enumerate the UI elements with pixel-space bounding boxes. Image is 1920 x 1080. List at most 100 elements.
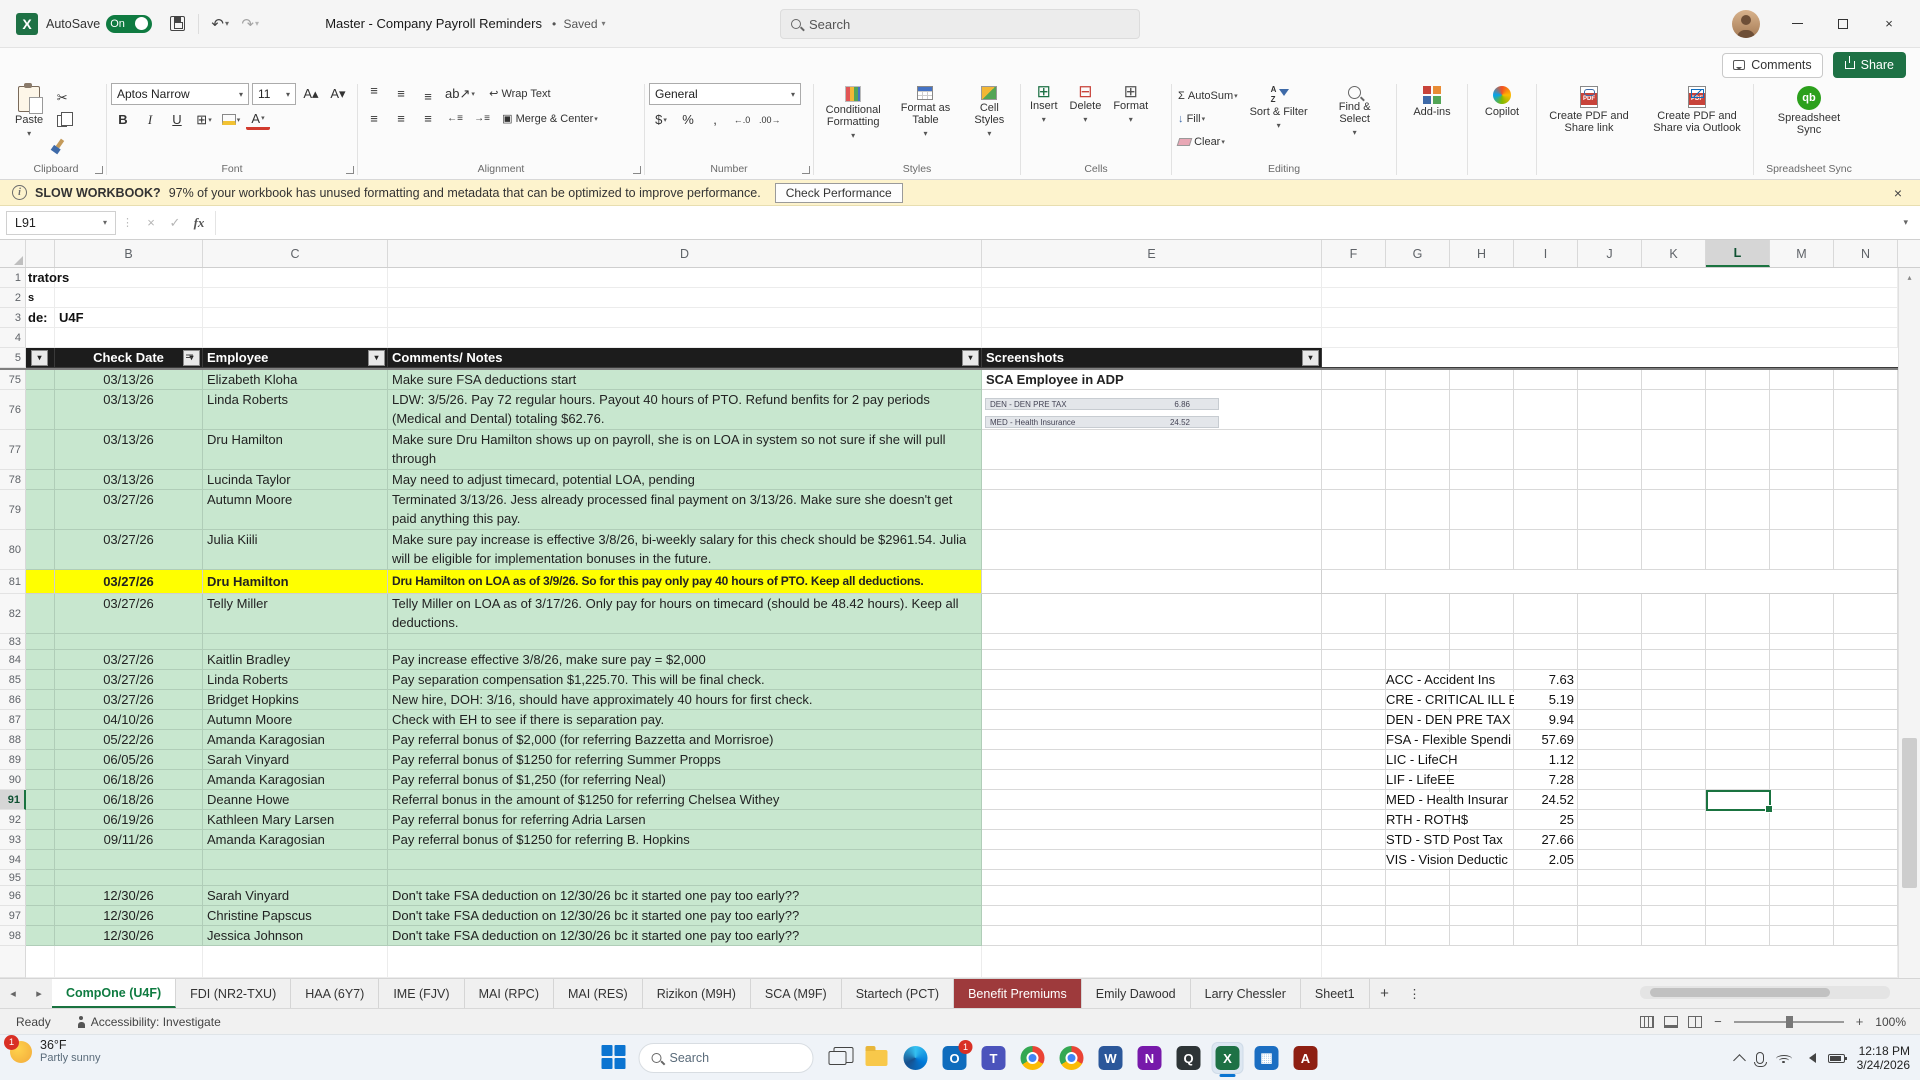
- cell-screenshots[interactable]: [982, 430, 1322, 470]
- cell-check-date[interactable]: 03/27/26: [55, 490, 203, 530]
- cells-right[interactable]: [1322, 946, 1898, 978]
- cell-check-date[interactable]: 05/22/26: [55, 730, 203, 750]
- volume-icon[interactable]: [1804, 1053, 1816, 1063]
- filter-cell[interactable]: ▾: [26, 348, 55, 368]
- sheet-tab[interactable]: IME (FJV): [379, 979, 464, 1008]
- cell-check-date[interactable]: 03/27/26: [55, 530, 203, 570]
- cells-right[interactable]: [1322, 906, 1898, 926]
- format-cells-button[interactable]: ⊞ Format ▾: [1108, 83, 1153, 129]
- cell[interactable]: [203, 328, 388, 348]
- cell[interactable]: [26, 490, 55, 530]
- cell-employee[interactable]: Linda Roberts: [203, 670, 388, 690]
- premium-value-cell[interactable]: 24.52: [1514, 790, 1578, 810]
- cell[interactable]: [55, 946, 203, 978]
- clear-button[interactable]: Clear▾: [1176, 131, 1240, 152]
- scroll-up-icon[interactable]: ▴: [1899, 268, 1920, 286]
- cell-comments[interactable]: Pay referral bonus of $1,250 (for referr…: [388, 770, 982, 790]
- cell[interactable]: [26, 470, 55, 490]
- expand-formula-bar-icon[interactable]: ▾: [1891, 217, 1920, 228]
- font-color-button[interactable]: A▾: [246, 109, 270, 130]
- planner-button[interactable]: ▦: [1252, 1043, 1282, 1073]
- check-performance-button[interactable]: Check Performance: [775, 183, 903, 203]
- cell-check-date[interactable]: 03/27/26: [55, 690, 203, 710]
- row-header[interactable]: 95: [0, 870, 26, 886]
- clock[interactable]: 12:18 PM 3/24/2026: [1857, 1044, 1910, 1072]
- cell-check-date[interactable]: 12/30/26: [55, 926, 203, 946]
- cell[interactable]: [26, 710, 55, 730]
- cell[interactable]: [388, 328, 982, 348]
- start-button[interactable]: [600, 1043, 630, 1073]
- row-header[interactable]: 94: [0, 850, 26, 870]
- row-header[interactable]: 81: [0, 570, 26, 594]
- selected-cell[interactable]: [1706, 790, 1771, 811]
- copy-button[interactable]: [50, 110, 74, 131]
- cell-check-date[interactable]: 03/27/26: [55, 670, 203, 690]
- column-header[interactable]: E: [982, 240, 1322, 267]
- saved-status[interactable]: • Saved▾: [552, 17, 606, 31]
- cell-check-date[interactable]: 06/18/26: [55, 790, 203, 810]
- italic-button[interactable]: I: [138, 109, 162, 130]
- font-size-select[interactable]: 11▾: [252, 83, 296, 105]
- sheet-tab[interactable]: CompOne (U4F): [52, 979, 176, 1008]
- accessibility-checker[interactable]: Accessibility: Investigate: [67, 1015, 231, 1029]
- cell-screenshots[interactable]: [982, 810, 1322, 830]
- teams-button[interactable]: T: [979, 1043, 1009, 1073]
- autosum-button[interactable]: Σ AutoSum▾: [1176, 85, 1240, 106]
- cell-check-date[interactable]: 03/13/26: [55, 430, 203, 470]
- format-as-table-button[interactable]: Format as Table ▾: [890, 83, 960, 143]
- cells-right[interactable]: [1322, 308, 1898, 328]
- cell-check-date[interactable]: [55, 634, 203, 650]
- cell-employee[interactable]: Telly Miller: [203, 594, 388, 634]
- row-header[interactable]: 80: [0, 530, 26, 570]
- cells-right[interactable]: [1322, 634, 1898, 650]
- minimize-button[interactable]: [1774, 0, 1820, 47]
- cell-employee[interactable]: Autumn Moore: [203, 490, 388, 530]
- zoom-slider-thumb[interactable]: [1786, 1016, 1793, 1028]
- row-header[interactable]: 83: [0, 634, 26, 650]
- microphone-icon[interactable]: [1756, 1052, 1764, 1064]
- cell-check-date[interactable]: [55, 850, 203, 870]
- borders-button[interactable]: ⊞▾: [192, 109, 216, 130]
- cell-screenshots[interactable]: [982, 830, 1322, 850]
- cell-comments[interactable]: Referral bonus in the amount of $1250 fo…: [388, 790, 982, 810]
- cell-comments[interactable]: Pay referral bonus of $1250 for referrin…: [388, 750, 982, 770]
- cells-right[interactable]: [1322, 650, 1898, 670]
- cell[interactable]: [982, 328, 1322, 348]
- cell-screenshots[interactable]: [982, 870, 1322, 886]
- cell[interactable]: [26, 730, 55, 750]
- sort-filter-button[interactable]: Sort & Filter ▾: [1242, 83, 1316, 135]
- cell-comments[interactable]: [388, 634, 982, 650]
- cell-comments[interactable]: May need to adjust timecard, potential L…: [388, 470, 982, 490]
- screenshot-image[interactable]: DEN - DEN PRE TAX 6.86: [985, 398, 1219, 410]
- name-box[interactable]: L91 ▾: [6, 211, 116, 235]
- cells-right[interactable]: [1322, 594, 1898, 634]
- row-header[interactable]: 87: [0, 710, 26, 730]
- undo-button[interactable]: ↶▾: [206, 10, 234, 38]
- filter-sort-icon[interactable]: ▾: [183, 350, 200, 366]
- cell-check-date[interactable]: 06/18/26: [55, 770, 203, 790]
- cell-screenshots[interactable]: [982, 570, 1322, 594]
- cell-check-date[interactable]: 03/27/26: [55, 650, 203, 670]
- sheet-tab[interactable]: SCA (M9F): [751, 979, 842, 1008]
- cell-screenshots[interactable]: [982, 670, 1322, 690]
- cells-right[interactable]: [1322, 430, 1898, 470]
- insert-cells-button[interactable]: ⊞ Insert ▾: [1025, 83, 1063, 129]
- cell-check-date[interactable]: 03/13/26: [55, 470, 203, 490]
- comma-style-button[interactable]: ,: [703, 109, 727, 130]
- paste-button[interactable]: Paste ▾: [10, 83, 48, 143]
- premium-label-cell[interactable]: VIS - Vision Deductic: [1386, 850, 1514, 870]
- cells-right[interactable]: [1322, 348, 1898, 368]
- premium-label-cell[interactable]: LIF - LifeEE: [1386, 770, 1514, 790]
- number-format-select[interactable]: General▾: [649, 83, 801, 105]
- cell[interactable]: [26, 830, 55, 850]
- cell-comments[interactable]: Pay increase effective 3/8/26, make sure…: [388, 650, 982, 670]
- cell-screenshots[interactable]: [982, 850, 1322, 870]
- cell[interactable]: [388, 268, 982, 288]
- row-header[interactable]: 93: [0, 830, 26, 850]
- column-header[interactable]: M: [1770, 240, 1834, 267]
- sheet-tab[interactable]: HAA (6Y7): [291, 979, 379, 1008]
- cells-right[interactable]: [1322, 886, 1898, 906]
- cell-styles-button[interactable]: Cell Styles ▾: [963, 83, 1016, 143]
- cell-employee[interactable]: Amanda Karagosian: [203, 830, 388, 850]
- accounting-format-button[interactable]: $▾: [649, 109, 673, 130]
